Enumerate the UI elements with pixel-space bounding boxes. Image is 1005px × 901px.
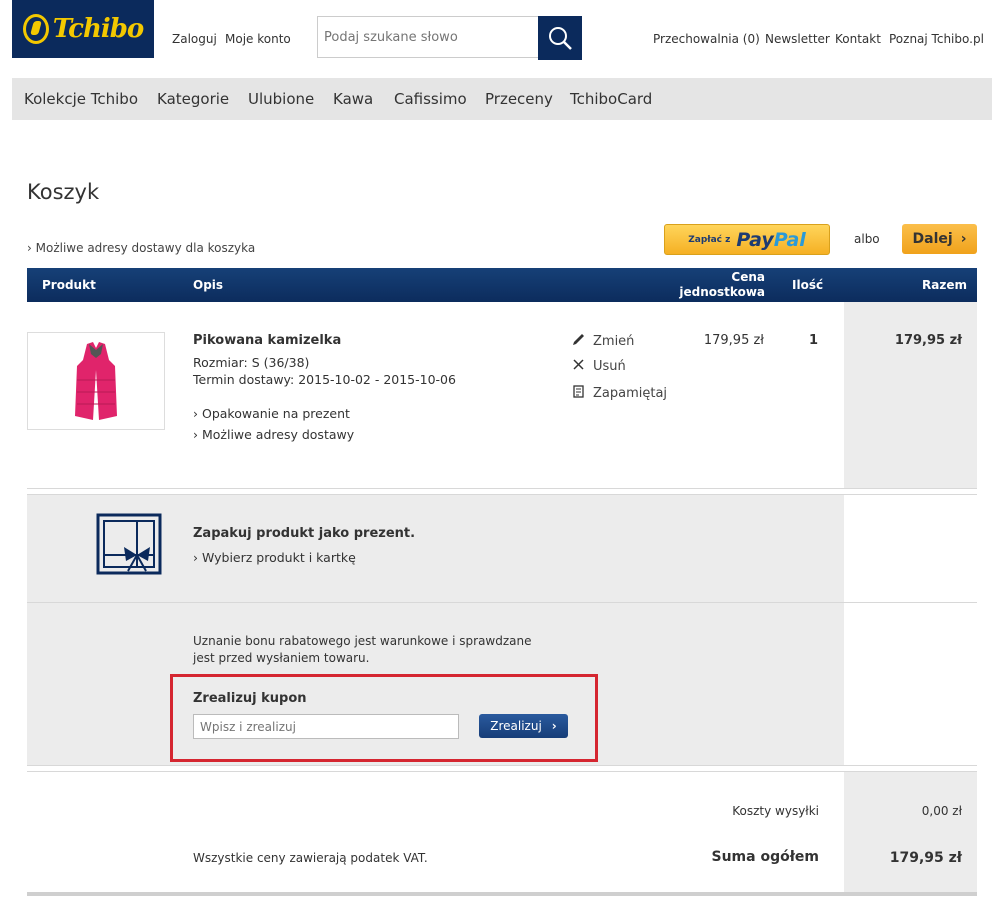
change-item-label: Zmień [593, 334, 635, 349]
shipping-value: 0,00 zł [921, 804, 962, 818]
cart-delivery-link-label: Możliwe adresy dostawy dla koszyka [35, 241, 256, 255]
chevron-right-icon: › [551, 719, 557, 733]
change-item-button[interactable]: Zmień [571, 333, 634, 350]
pencil-icon [571, 333, 585, 350]
col-product: Produkt [42, 278, 96, 292]
product-name[interactable]: Pikowana kamizelka [193, 333, 341, 348]
col-description: Opis [193, 278, 224, 292]
nav-item-collections[interactable]: Kolekcje Tchibo [24, 90, 138, 108]
about-link[interactable]: Poznaj Tchibo.pl [889, 32, 984, 46]
nav-item-coffee[interactable]: Kawa [333, 90, 373, 108]
next-button-label: Dalej [912, 231, 953, 247]
coupon-title: Zrealizuj kupon [193, 691, 307, 706]
login-link[interactable]: Zaloguj [172, 32, 217, 46]
gift-choose-link-label: Wybierz produkt i kartkę [201, 550, 356, 565]
remove-item-button[interactable]: Usuń [571, 359, 626, 374]
item-quantity[interactable]: 1 [790, 333, 818, 348]
paypal-logo: PayPal [736, 229, 805, 251]
row-divider [27, 494, 977, 495]
newsletter-link[interactable]: Newsletter [765, 32, 830, 46]
product-delivery-date: Termin dostawy: 2015-10-02 - 2015-10-06 [193, 372, 456, 387]
nav-item-sale[interactable]: Przeceny [485, 90, 553, 108]
vest-image [75, 342, 117, 420]
save-item-button[interactable]: Zapamiętaj [571, 385, 667, 402]
search-input[interactable] [317, 16, 539, 58]
chevron-right-icon: › [193, 427, 198, 442]
cart-table-header: Produkt Opis Cena jednostkowa Ilość Raze… [27, 268, 977, 302]
shipping-label: Koszty wysyłki [732, 804, 819, 818]
save-item-label: Zapamiętaj [593, 386, 668, 401]
main-nav: Kolekcje Tchibo Kategorie Ulubione Kawa … [12, 78, 992, 120]
col-unit-price: Cena jednostkowa [667, 270, 765, 300]
gift-wrap-link-label: Opakowanie na prezent [201, 406, 350, 421]
search-icon [549, 27, 572, 50]
nav-item-favorites[interactable]: Ulubione [248, 90, 314, 108]
item-total-column [844, 302, 977, 488]
redeem-coupon-label: Zrealizuj [490, 719, 542, 733]
coupon-note-line1: Uznanie bonu rabatowego jest warunkowe i… [193, 634, 532, 648]
paypal-logo-b: Pal [773, 228, 806, 251]
chevron-right-icon: › [960, 231, 967, 247]
gift-choose-link[interactable]: › Wybierz produkt i kartkę [193, 550, 356, 565]
my-account-link[interactable]: Moje konto [225, 32, 291, 46]
product-size: Rozmiar: S (36/38) [193, 355, 310, 370]
nav-item-tchibocard[interactable]: TchiboCard [570, 90, 652, 108]
notepad-icon [571, 385, 585, 402]
or-label: albo [854, 232, 880, 246]
tchibo-logo-icon [22, 14, 49, 44]
nav-item-cafissimo[interactable]: Cafissimo [394, 90, 467, 108]
search-button[interactable] [538, 16, 582, 60]
summary-value-column [844, 772, 977, 892]
page-title: Koszyk [27, 180, 100, 204]
row-divider [27, 488, 977, 489]
row-divider [27, 602, 977, 603]
paypal-button[interactable]: Zapłać z PayPal [664, 224, 830, 255]
tchibo-logo[interactable]: Tchibo [12, 0, 154, 58]
coupon-input[interactable] [193, 714, 459, 739]
coupon-note-line2: jest przed wysłaniem towaru. [193, 651, 370, 665]
col-unit-price-line1: Cena [731, 270, 765, 284]
grand-total-label: Suma ogółem [711, 849, 820, 865]
chevron-right-icon: › [193, 406, 198, 421]
contact-link[interactable]: Kontakt [835, 32, 881, 46]
nav-item-categories[interactable]: Kategorie [157, 90, 229, 108]
gift-wrap-link[interactable]: › Opakowanie na prezent [193, 406, 350, 421]
col-quantity: Ilość [792, 278, 824, 292]
col-total: Razem [922, 278, 967, 292]
item-delivery-link[interactable]: › Możliwe adresy dostawy [193, 427, 354, 442]
gift-box-icon [96, 513, 162, 579]
next-button[interactable]: Dalej › [902, 224, 977, 254]
paypal-logo-a: Pay [736, 228, 774, 251]
item-total: 179,95 zł [894, 333, 962, 348]
paypal-small-label: Zapłać z [688, 234, 731, 245]
redeem-coupon-button[interactable]: Zrealizuj › [479, 714, 568, 738]
cart-delivery-link[interactable]: › Możliwe adresy dostawy dla koszyka [27, 241, 255, 255]
vat-note: Wszystkie ceny zawierają podatek VAT. [193, 851, 428, 865]
close-icon [571, 359, 585, 374]
item-unit-price: 179,95 zł [703, 333, 764, 348]
gift-title: Zapakuj produkt jako prezent. [193, 526, 416, 541]
chevron-right-icon: › [193, 550, 198, 565]
remove-item-label: Usuń [593, 359, 626, 374]
item-delivery-link-label: Możliwe adresy dostawy [201, 427, 355, 442]
wishlist-link[interactable]: Przechowalnia (0) [653, 32, 760, 46]
product-image[interactable] [27, 332, 165, 430]
grand-total-value: 179,95 zł [889, 850, 962, 866]
logo-text: Tchibo [52, 14, 144, 44]
row-divider [27, 771, 977, 772]
bottom-divider [27, 892, 977, 896]
chevron-right-icon: › [27, 241, 32, 255]
row-divider [27, 765, 977, 766]
col-unit-price-line2: jednostkowa [679, 285, 765, 299]
